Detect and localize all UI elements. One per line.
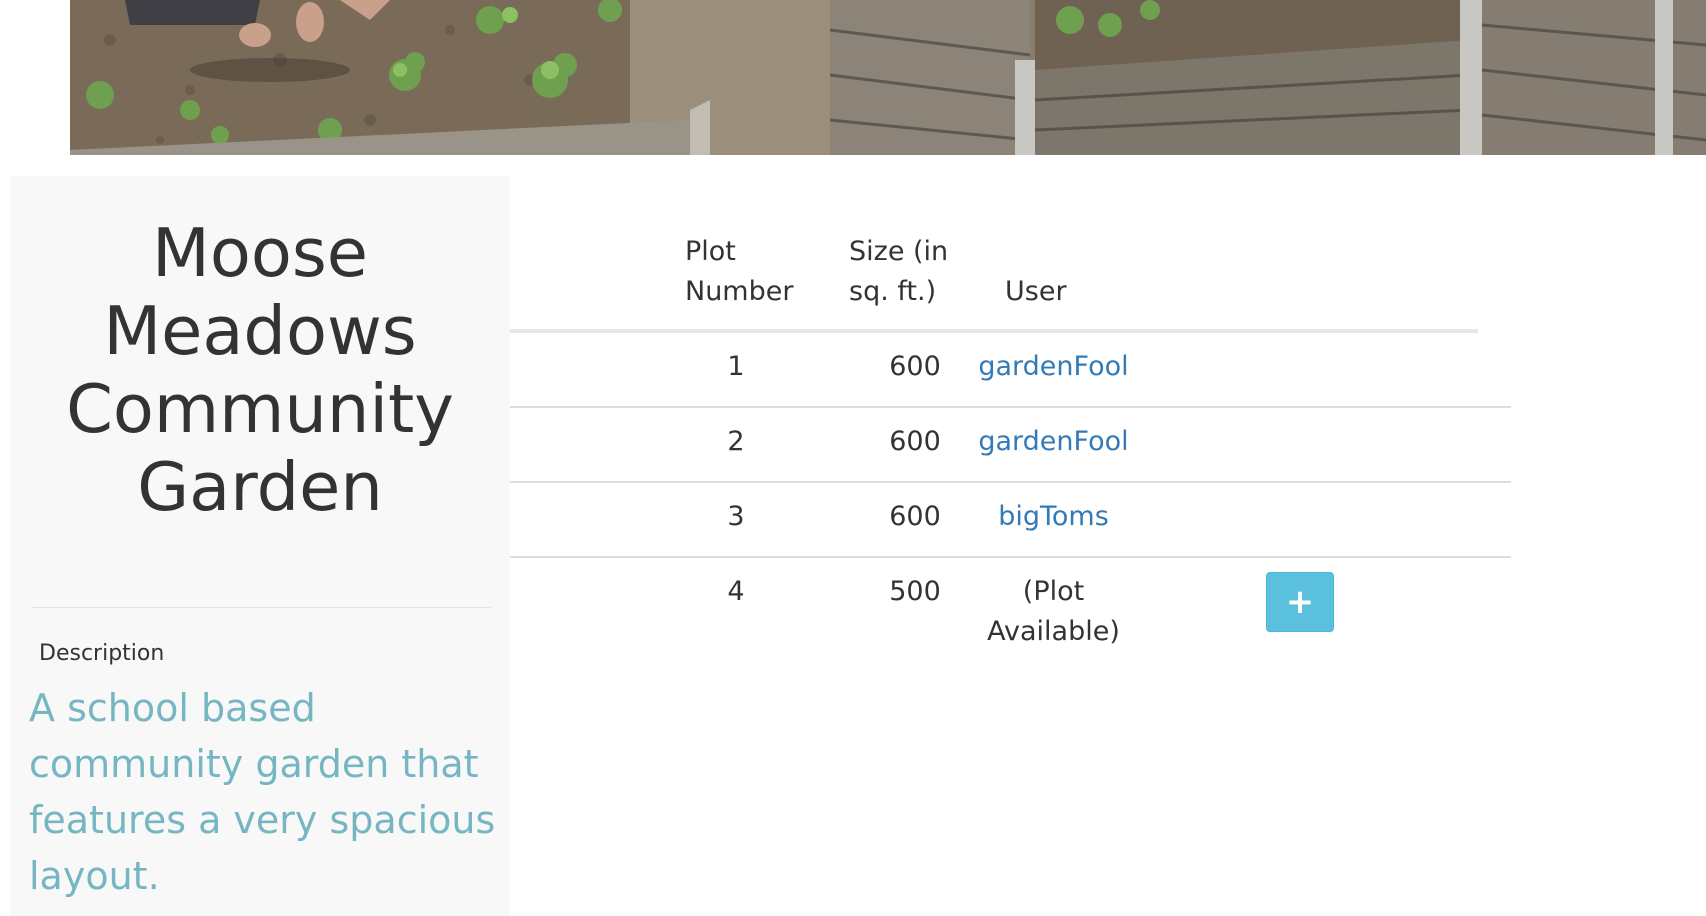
- description-text: A school based community garden that fea…: [29, 686, 496, 898]
- plus-icon: +: [1285, 582, 1315, 622]
- user-link-gardenfool[interactable]: gardenFool: [978, 426, 1128, 457]
- panel-divider: [31, 607, 491, 608]
- page: Moose Meadows Community Garden Descripti…: [0, 0, 1706, 916]
- garden-name-heading: Moose Meadows Community Garden: [66, 214, 454, 526]
- cell-user-available: (Plot Available): [987, 576, 1120, 647]
- cell-user: gardenFool: [960, 422, 1147, 462]
- cell-plot-number: 4: [727, 576, 745, 607]
- table-row: 3 600 bigToms: [510, 483, 1511, 558]
- header-size: Size (in sq. ft.): [849, 236, 949, 307]
- header-plot-number: Plot Number: [685, 236, 794, 307]
- plots-table: Plot Number Size (in sq. ft.) User 1 600…: [510, 228, 1511, 668]
- cell-user: gardenFool: [960, 347, 1147, 387]
- garden-info-panel: Moose Meadows Community Garden Descripti…: [10, 176, 510, 916]
- cell-plot-number: 3: [727, 501, 745, 532]
- cell-user: bigToms: [960, 497, 1147, 537]
- claim-plot-button[interactable]: +: [1266, 572, 1334, 632]
- description-label: Description: [39, 641, 165, 666]
- cell-plot-number: 1: [727, 351, 745, 382]
- table-header: Plot Number Size (in sq. ft.) User: [510, 228, 1478, 333]
- user-link-bigtoms[interactable]: bigToms: [998, 501, 1109, 532]
- header-user: User: [1005, 276, 1067, 307]
- banner-image: [70, 0, 1706, 155]
- cell-plot-number: 2: [727, 426, 745, 457]
- table-row: 4 500 (Plot Available) +: [510, 558, 1511, 668]
- user-link-gardenfool[interactable]: gardenFool: [978, 351, 1128, 382]
- table-row: 2 600 gardenFool: [510, 408, 1511, 483]
- table-row: 1 600 gardenFool: [510, 333, 1511, 408]
